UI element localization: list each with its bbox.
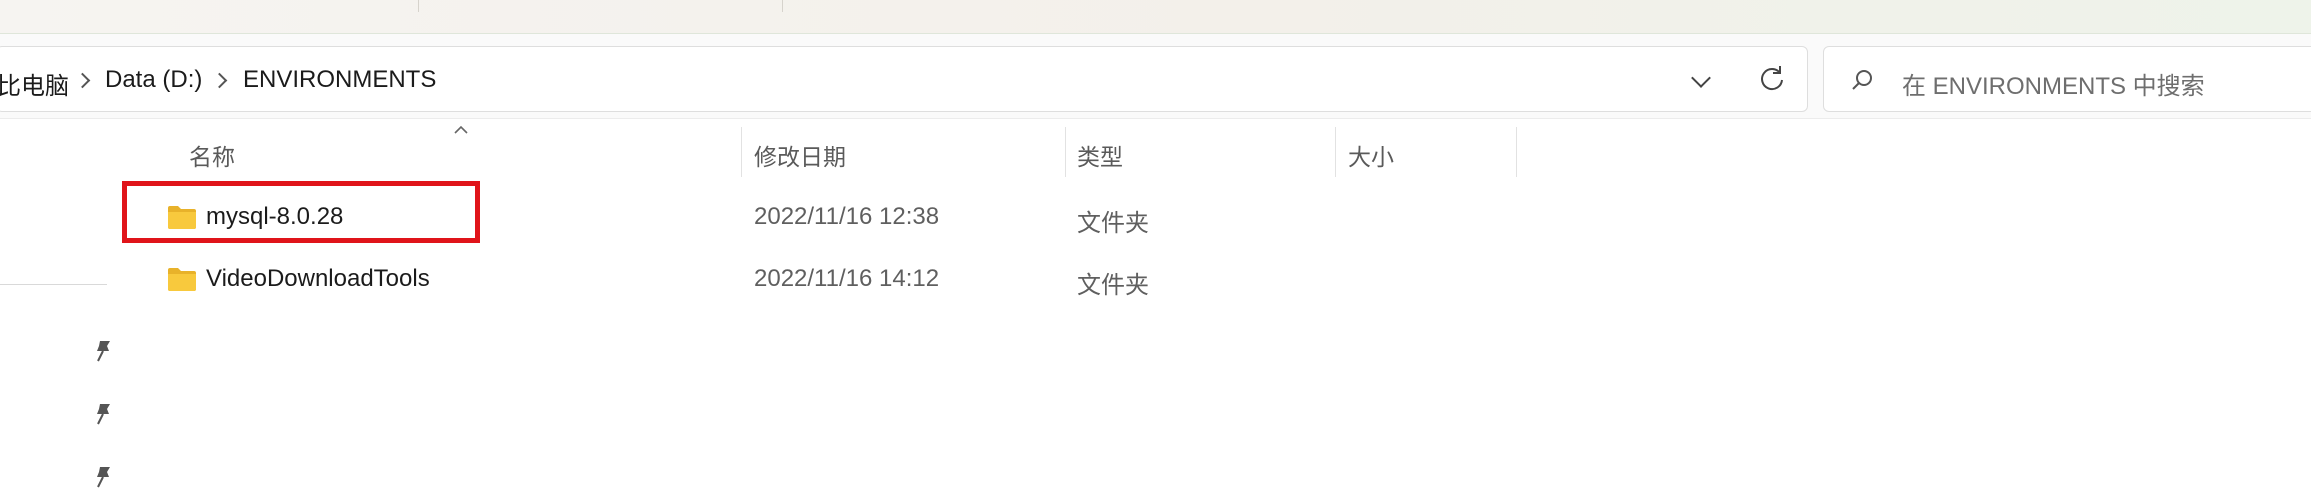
column-header-size[interactable]: 大小 [1348,138,1394,172]
file-type: 文件夹 [1077,271,1149,299]
tab-strip [0,0,2311,34]
folder-icon [168,268,196,291]
file-type: 文件夹 [1077,209,1149,237]
breadcrumb-this-pc[interactable]: 比电脑 [0,66,69,101]
chevron-right-icon[interactable] [74,72,91,89]
column-divider[interactable] [1335,127,1336,177]
file-name[interactable]: VideoDownloadTools [206,265,430,293]
column-header-type[interactable]: 类型 [1077,138,1123,172]
column-divider[interactable] [1516,127,1517,177]
column-headers: 名称 修改日期 类型 大小 [124,119,2311,187]
address-toolbar: 比电脑 Data (D:) ENVIRONMENTS 在 ENVIRONMENT… [0,34,2311,119]
highlight-box [122,181,480,243]
tab-divider [418,0,419,12]
search-box[interactable]: 在 ENVIRONMENTS 中搜索 [1823,46,2311,112]
breadcrumb-data-drive[interactable]: Data (D:) [105,66,202,94]
chevron-down-icon[interactable] [1691,68,1711,88]
file-modified: 2022/11/16 14:12 [754,265,940,292]
chevron-right-icon[interactable] [211,72,228,89]
address-bar[interactable]: 比电脑 Data (D:) ENVIRONMENTS [0,46,1808,112]
pin-icon[interactable] [90,464,116,490]
search-input[interactable]: 在 ENVIRONMENTS 中搜索 [1902,66,2205,101]
navigation-pane [0,119,124,496]
column-divider[interactable] [741,127,742,177]
column-header-name[interactable]: 名称 [189,138,235,172]
file-explorer-window: 比电脑 Data (D:) ENVIRONMENTS 在 ENVIRONMENT… [0,0,2311,496]
pin-icon[interactable] [90,338,116,364]
tab-divider [782,0,783,12]
breadcrumb-environments[interactable]: ENVIRONMENTS [243,66,436,94]
pin-icon[interactable] [90,401,116,427]
nav-divider [0,284,107,285]
search-icon [1852,70,1872,90]
column-header-modified[interactable]: 修改日期 [754,138,846,172]
refresh-icon[interactable] [1757,63,1787,93]
column-divider[interactable] [1065,127,1066,177]
file-modified: 2022/11/16 12:38 [754,203,940,230]
file-row[interactable]: VideoDownloadTools 2022/11/16 14:12 文件夹 [124,250,2311,310]
sort-up-icon [454,125,468,134]
